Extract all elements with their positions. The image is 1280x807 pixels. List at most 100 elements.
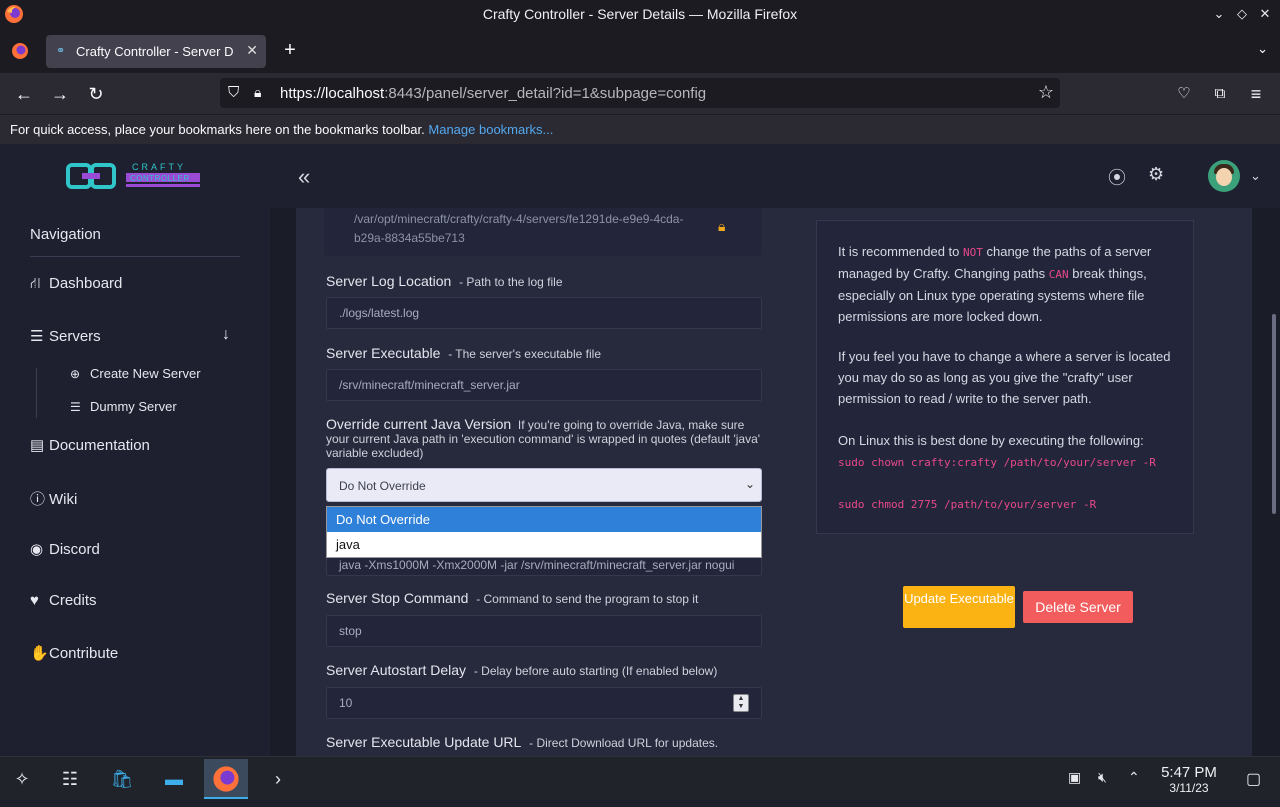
server-path-field: /var/opt/minecraft/crafty/crafty-4/serve… [324,208,762,256]
page-scrollbar[interactable] [1272,314,1276,514]
lock-icon: 🔒︎ [718,218,726,234]
bookmarks-message: For quick access, place your bookmarks h… [10,122,425,137]
browser-tab[interactable]: ⚭ Crafty Controller - Server D ✕ [46,35,266,68]
sidebar-item-contribute[interactable]: ✋Contribute [30,644,118,662]
pocket-icon[interactable]: ♡ [1172,82,1196,106]
list-tabs-chevron-icon[interactable]: ⌄ [1257,41,1268,57]
hand-icon: ✋ [30,645,49,662]
crafty-favicon-icon: ⚭ [56,45,66,57]
web-page: CRAFTY CONTROLLER Navigation ⛙ Dashboard … [0,144,1280,756]
number-spinner[interactable]: ▲ ▼ [733,694,749,712]
book-icon: ▤ [30,437,45,454]
stop-command-input[interactable]: stop [326,615,762,647]
sidebar-item-credits[interactable]: ♥ Credits [30,592,97,609]
firefox-view-icon[interactable] [10,41,30,61]
java-version-dropdown: Do Not Override java [326,506,762,558]
reload-icon[interactable]: ↻ [84,82,108,106]
crafty-controller-logo: CRAFTY CONTROLLER [66,162,200,189]
warning-paragraph-1: It is recommended to NOT change the path… [838,244,1152,324]
svg-text:CRAFTY: CRAFTY [132,162,186,172]
discover-store-icon[interactable]: 🛍︎ [100,759,144,799]
top-navbar: « ⦿ ⚙ ⌄ [270,144,1280,208]
executable-input[interactable]: /srv/minecraft/minecraft_server.jar [326,369,762,401]
maximize-icon[interactable]: ◇ [1233,5,1251,23]
window-titlebar: Crafty Controller - Server Details — Moz… [0,0,1280,29]
firefox-taskbar-icon[interactable] [204,759,248,799]
tab-close-icon[interactable]: ✕ [246,42,258,59]
chmod-command: sudo chmod 2775 /path/to/your/server -R [838,498,1097,511]
padlock-icon[interactable]: 🔒︎ [254,84,270,102]
window-title: Crafty Controller - Server Details — Moz… [482,6,798,22]
bookmarks-toolbar: For quick access, place your bookmarks h… [0,114,1280,144]
delete-server-button[interactable]: Delete Server [1023,591,1133,623]
executable-label: Server Executable - The server's executa… [326,345,601,361]
extensions-icon[interactable]: ⧉ [1208,82,1232,106]
system-settings-icon[interactable]: ☷ [48,759,92,799]
path-warning-panel: It is recommended to NOT change the path… [816,220,1194,534]
sidebar-item-documentation[interactable]: ▤ Documentation [30,436,150,454]
file-manager-folder-icon[interactable]: ▬ [152,759,196,799]
system-clock[interactable]: 5:47 PM 3/11/23 [1154,765,1224,796]
update-executable-button[interactable]: Update Executable [903,586,1015,628]
clipboard-icon[interactable]: ▣ [1068,769,1081,786]
bookmark-star-icon[interactable]: ☆ [1038,82,1054,103]
url-bar[interactable]: ⛉ 🔒︎ https://localhost:8443/panel/server… [220,78,1060,108]
java-version-select[interactable]: Do Not Override ⌄ [326,468,762,502]
update-url-label: Server Executable Update URL - Direct Do… [326,734,719,750]
submenu-line [36,368,37,418]
menu-hamburger-icon[interactable]: ≡ [1244,82,1268,106]
sidebar-item-dummy-server[interactable]: ☰ Dummy Server [70,399,177,414]
log-location-input[interactable]: ./logs/latest.log [326,297,762,329]
chevron-down-icon[interactable]: ⌄ [1250,168,1261,184]
sidebar: CRAFTY CONTROLLER Navigation ⛙ Dashboard … [0,144,270,756]
settings-gears-icon[interactable]: ⚙ [1148,164,1164,185]
server-icon: ☰ [30,328,44,345]
broadcast-antenna-icon[interactable]: ⦿ [1108,164,1126,190]
tray-expand-icon[interactable]: ⌃ [1128,769,1140,786]
back-arrow-icon[interactable]: ← [12,82,36,106]
new-tab-button[interactable]: + [280,39,300,61]
chevron-down-icon: ⌄ [744,477,755,491]
manage-bookmarks-link[interactable]: Manage bookmarks... [428,122,553,137]
option-do-not-override[interactable]: Do Not Override [327,507,761,532]
heart-icon: ♥ [30,592,39,609]
sidebar-item-servers[interactable]: ☰ Servers [30,327,101,345]
close-window-icon[interactable]: ✕ [1256,5,1274,23]
url-text[interactable]: https://localhost:8443/panel/server_deta… [280,85,706,102]
java-override-label: Override current Java Version If you're … [326,416,761,460]
warning-paragraph-3: On Linux this is best done by executing … [838,433,1144,448]
tracking-shield-icon[interactable]: ⛉ [228,84,244,102]
info-icon: ⓘ [30,491,46,508]
taskbar: ✧ ☷ 🛍︎ ▬ › ▣ 🔇︎ ⌃ 5:47 PM 3/11/23 ▢ [0,756,1280,800]
option-java[interactable]: java [327,532,761,557]
forward-arrow-icon[interactable]: → [48,82,72,106]
divider [30,256,240,257]
autostart-delay-label: Server Autostart Delay - Delay before au… [326,662,718,678]
plus-circle-icon: ⊕ [70,367,81,381]
terminal-icon[interactable]: › [256,759,300,799]
show-desktop-icon[interactable]: ▢ [1246,769,1261,789]
server-path-value: /var/opt/minecraft/crafty/crafty-4/serve… [354,212,684,245]
navigation-heading: Navigation [30,226,101,243]
chown-command: sudo chown crafty:crafty /path/to/your/s… [838,456,1156,469]
sidebar-item-wiki[interactable]: ⓘ Wiki [30,488,77,509]
collapse-sidebar-icon[interactable]: « [298,164,310,190]
sidebar-item-discord[interactable]: ◉ Discord [30,540,100,558]
avatar[interactable] [1208,160,1240,192]
log-location-label: Server Log Location - Path to the log fi… [326,273,563,289]
stop-command-label: Server Stop Command - Command to send th… [326,590,699,606]
sidebar-item-create-new-server[interactable]: ⊕ Create New Server [70,366,201,381]
warning-paragraph-2: If you feel you have to change a where a… [838,349,1171,406]
application-launcher-icon[interactable]: ✧ [0,759,44,799]
sidebar-item-dashboard[interactable]: ⛙ Dashboard [30,275,122,294]
autostart-delay-input[interactable]: 10 ▲ ▼ [326,687,762,719]
minimize-icon[interactable]: ⌄ [1210,5,1228,23]
tab-label: Crafty Controller - Server D [76,44,234,59]
navigation-toolbar: ← → ↻ ⛉ 🔒︎ https://localhost:8443/panel/… [0,73,1280,114]
tab-bar: ⚭ Crafty Controller - Server D ✕ + ⌄ [0,29,1280,73]
server-icon: ☰ [70,400,81,414]
arrow-down-icon[interactable]: ↓ [222,326,230,344]
volume-muted-icon[interactable]: 🔇︎ [1098,769,1107,786]
svg-text:CONTROLLER: CONTROLLER [130,174,190,183]
discord-icon: ◉ [30,541,44,558]
